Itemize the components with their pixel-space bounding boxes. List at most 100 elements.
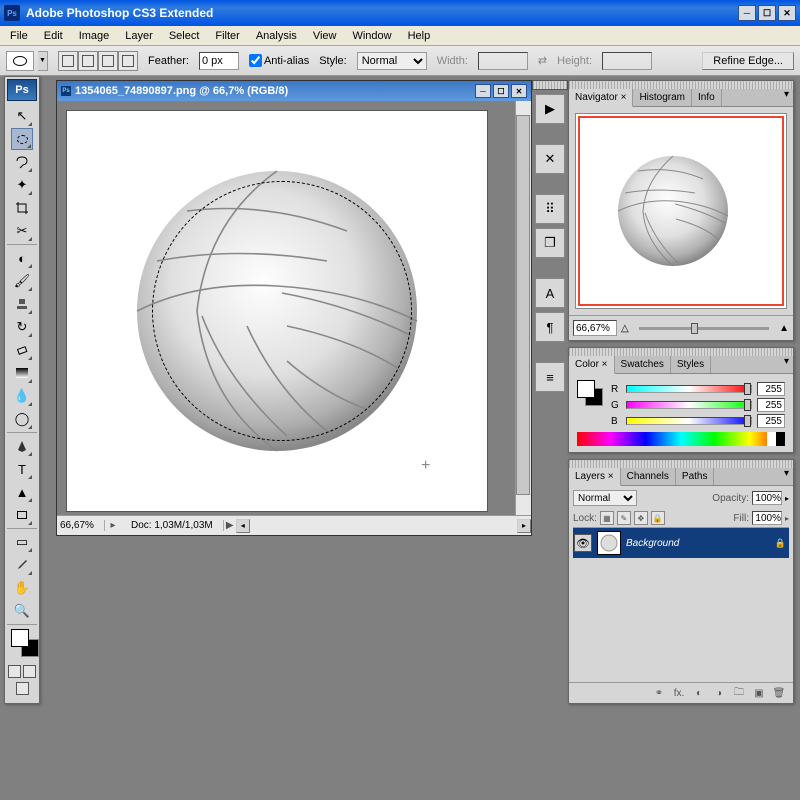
quickmask-mode[interactable] [23,665,36,678]
zoom-out-icon[interactable]: △ [621,323,629,334]
path-selection-tool[interactable]: ▲ [11,481,33,503]
type-tool[interactable]: T [11,458,33,480]
style-select[interactable]: Normal [357,52,427,70]
selection-new[interactable] [58,51,78,71]
eraser-tool[interactable] [11,339,33,361]
doc-minimize-button[interactable]: ─ [475,84,491,98]
r-input[interactable] [757,382,785,396]
color-spectrum[interactable] [577,432,785,446]
tools-panel-icon[interactable]: ✕ [535,144,565,174]
zoom-field[interactable]: 66,67% [57,520,105,531]
tab-info[interactable]: Info [692,89,722,106]
marquee-tool[interactable] [11,128,33,150]
clone-panel-icon[interactable]: ❐ [535,228,565,258]
menu-filter[interactable]: Filter [207,30,247,42]
menu-select[interactable]: Select [161,30,208,42]
g-slider[interactable] [626,401,752,409]
move-tool[interactable]: ↖ [11,105,33,127]
tool-preset-dropdown[interactable]: ▼ [38,51,48,71]
lock-transparency-icon[interactable]: ▦ [600,511,614,525]
panel-grab-handle[interactable] [569,81,793,89]
panel-menu-icon[interactable]: ▾ [780,89,793,106]
magic-wand-tool[interactable]: ✦ [11,174,33,196]
layer-thumbnail[interactable] [597,531,621,555]
minimize-button[interactable]: ─ [738,5,756,21]
new-group-icon[interactable]: 🗀 [729,685,749,701]
brushes-panel-icon[interactable]: ⠿ [535,194,565,224]
paragraph-panel-icon[interactable]: ¶ [535,312,565,342]
navigator-viewport[interactable] [578,116,784,306]
tab-channels[interactable]: Channels [621,468,676,485]
status-arrow-icon[interactable]: ▶ [224,520,236,531]
lock-position-icon[interactable]: ✥ [634,511,648,525]
shape-tool[interactable] [11,504,33,526]
standard-mode[interactable] [8,665,21,678]
lock-image-icon[interactable]: ✎ [617,511,631,525]
fill-dropdown-icon[interactable]: ▸ [785,514,789,523]
eyedropper-tool[interactable] [11,554,33,576]
screen-mode[interactable] [16,682,29,695]
tab-styles[interactable]: Styles [671,356,711,373]
b-input[interactable] [757,414,785,428]
panel-grab-handle[interactable] [569,460,793,468]
vertical-scrollbar[interactable] [515,101,531,515]
tab-histogram[interactable]: Histogram [633,89,692,106]
panel-menu-icon[interactable]: ▾ [780,468,793,485]
dock-grab-handle[interactable] [532,80,568,90]
slice-tool[interactable]: ✂ [11,220,33,242]
dodge-tool[interactable]: ◯ [11,408,33,430]
lock-all-icon[interactable]: 🔒 [651,511,665,525]
foreground-color-swatch[interactable] [11,629,29,647]
opacity-dropdown-icon[interactable]: ▸ [785,494,789,503]
color-swatches[interactable] [9,629,35,659]
refine-edge-button[interactable]: Refine Edge... [702,52,794,70]
status-menu-icon[interactable]: ▸ [105,520,121,531]
gradient-tool[interactable] [11,362,33,384]
panel-grab-handle[interactable] [569,348,793,356]
color-swatch-box[interactable] [577,380,605,408]
tab-layers[interactable]: Layers × [569,468,621,486]
menu-file[interactable]: File [2,30,36,42]
layer-style-icon[interactable]: fx. [669,685,689,701]
menu-layer[interactable]: Layer [117,30,161,42]
tab-paths[interactable]: Paths [676,468,715,485]
maximize-button[interactable]: ☐ [758,5,776,21]
adjustment-layer-icon[interactable]: ◑ [709,685,729,701]
b-slider[interactable] [626,417,752,425]
menu-image[interactable]: Image [71,30,118,42]
tab-color[interactable]: Color × [569,356,615,374]
new-layer-icon[interactable]: ▣ [749,685,769,701]
layer-name[interactable]: Background [626,538,770,549]
layer-row-background[interactable]: 👁 Background 🔒 [573,528,789,558]
canvas-area[interactable]: + [57,101,531,515]
nav-collapse-icon[interactable]: ▶ [535,94,565,124]
blur-tool[interactable]: 💧 [11,385,33,407]
healing-brush-tool[interactable]: ◐ [11,247,33,269]
navigator-zoom-slider[interactable] [639,327,769,330]
tab-navigator[interactable]: Navigator × [569,89,633,107]
zoom-in-icon[interactable]: ▲ [779,323,789,334]
layer-mask-icon[interactable]: ◐ [689,685,709,701]
layers-collapse-icon[interactable]: ≡ [535,362,565,392]
link-layers-icon[interactable]: ⚭ [649,685,669,701]
selection-intersect[interactable] [118,51,138,71]
crop-tool[interactable] [11,197,33,219]
g-input[interactable] [757,398,785,412]
panel-menu-icon[interactable]: ▾ [780,356,793,373]
zoom-tool[interactable]: 🔍 [11,600,33,622]
brush-tool[interactable]: 🖌 [11,270,33,292]
selection-add[interactable] [78,51,98,71]
menu-help[interactable]: Help [400,30,439,42]
notes-tool[interactable]: ▭ [11,531,33,553]
doc-close-button[interactable]: ✕ [511,84,527,98]
pen-tool[interactable] [11,435,33,457]
selection-subtract[interactable] [98,51,118,71]
document-titlebar[interactable]: Ps 1354065_74890897.png @ 66,7% (RGB/8) … [57,81,531,101]
clone-stamp-tool[interactable] [11,293,33,315]
canvas[interactable]: + [67,111,487,511]
character-panel-icon[interactable]: A [535,278,565,308]
fg-swatch[interactable] [577,380,595,398]
delete-layer-icon[interactable]: 🗑 [769,685,789,701]
menu-analysis[interactable]: Analysis [248,30,305,42]
close-button[interactable]: ✕ [778,5,796,21]
